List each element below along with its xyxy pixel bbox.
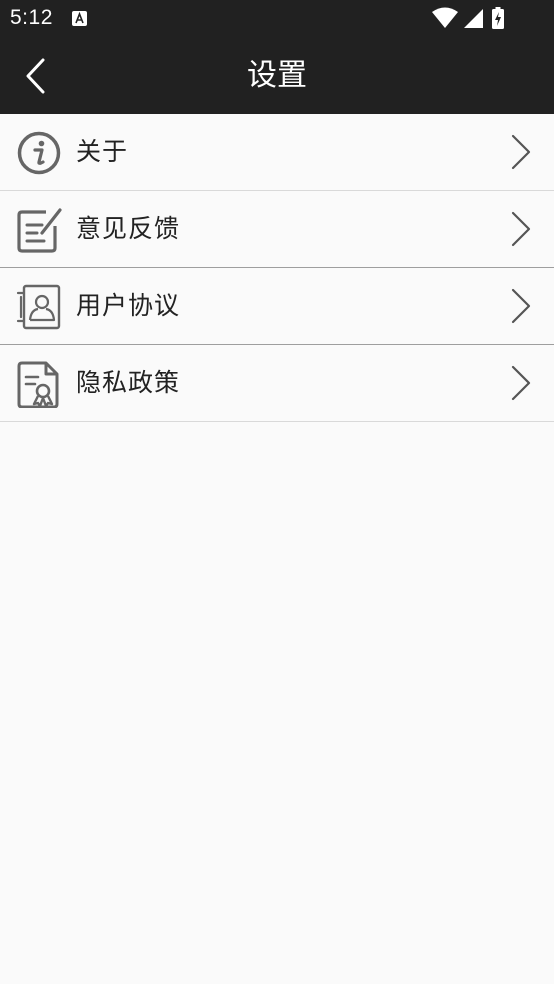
settings-item-label: 意见反馈 (76, 214, 181, 243)
cellular-signal-icon (464, 9, 483, 28)
chevron-right-icon (511, 365, 531, 401)
settings-item-label: 关于 (76, 137, 129, 166)
status-time: 5:12 (10, 6, 53, 29)
status-icons (432, 7, 542, 29)
feedback-edit-icon (16, 206, 62, 254)
settings-item-label: 用户协议 (76, 291, 181, 320)
chevron-right-icon (511, 134, 531, 170)
battery-charging-icon (492, 7, 504, 29)
app-bar: 设置 (0, 36, 554, 114)
info-icon (16, 129, 62, 177)
status-bar: 5:12 (0, 0, 554, 36)
settings-item-user-agreement[interactable]: 用户协议 (0, 268, 554, 345)
page-title: 设置 (247, 58, 307, 93)
chevron-right-icon (511, 288, 531, 324)
settings-item-label: 隐私政策 (76, 368, 181, 397)
settings-item-about[interactable]: 关于 (0, 114, 554, 191)
keyboard-notification-icon (72, 11, 87, 26)
privacy-policy-certificate-icon (16, 360, 62, 408)
settings-list: 关于 意见反馈 用户协议 隐私政策 (0, 114, 554, 422)
wifi-icon (432, 7, 458, 28)
user-agreement-icon (16, 283, 62, 331)
chevron-right-icon (511, 211, 531, 247)
settings-item-privacy-policy[interactable]: 隐私政策 (0, 345, 554, 422)
settings-item-feedback[interactable]: 意见反馈 (0, 191, 554, 268)
